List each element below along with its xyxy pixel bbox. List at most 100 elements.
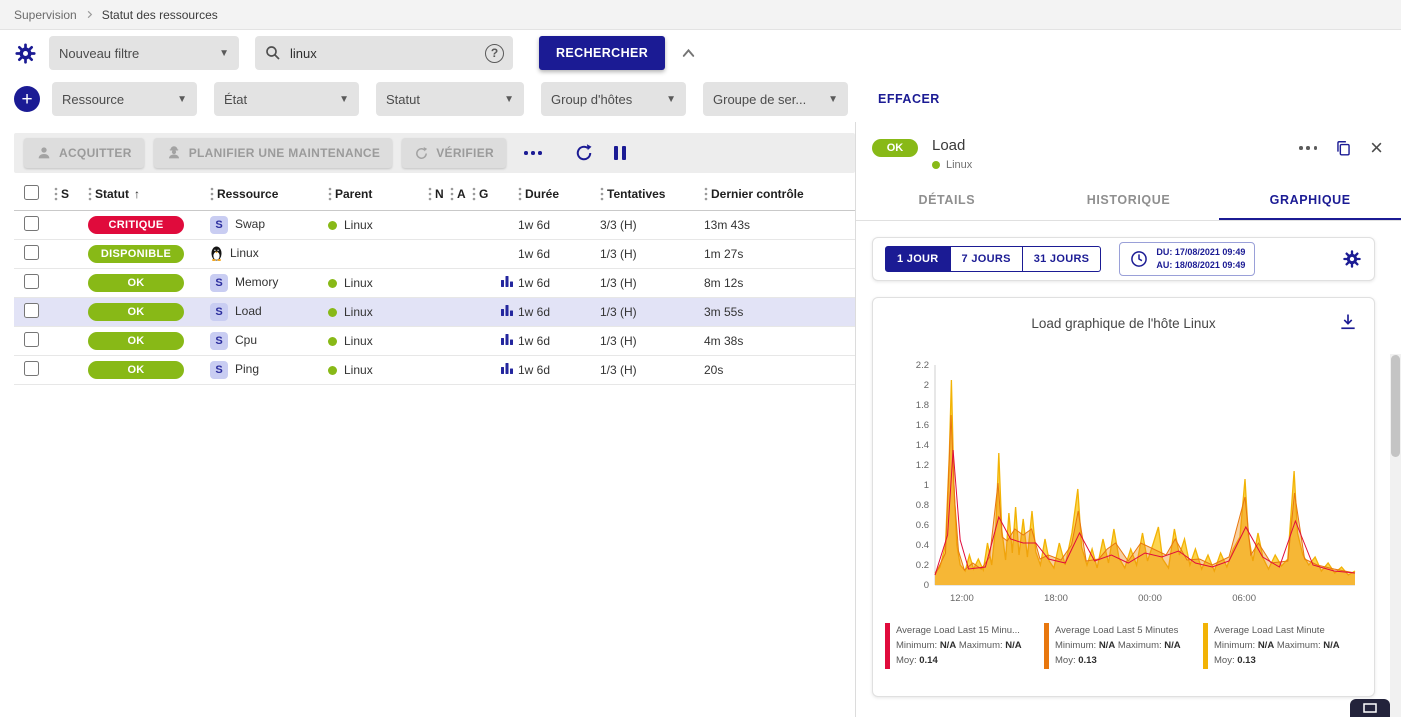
table-row-swap[interactable]: CRITIQUE SSwap Linux 1w 6d 3/3 (H) 13m 4… <box>14 210 855 239</box>
graph-title: Load graphique de l'hôte Linux <box>885 316 1362 331</box>
breadcrumb-supervision[interactable]: Supervision <box>14 8 77 22</box>
col-header-a[interactable]: A <box>450 179 472 210</box>
time-range-group: 1 JOUR 7 JOURS 31 JOURS <box>885 246 1101 272</box>
graph-preview-button[interactable] <box>1350 699 1390 717</box>
col-header-severity[interactable]: S <box>54 179 88 210</box>
export-graph-icon[interactable] <box>1338 312 1358 335</box>
add-criteria-icon[interactable]: + <box>14 86 40 112</box>
tab-graph[interactable]: GRAPHIQUE <box>1219 180 1401 220</box>
legend-series-name: Average Load Last 5 Minutes <box>1055 623 1181 638</box>
sort-asc-icon: ↑ <box>134 187 140 201</box>
monitor-icon <box>1363 703 1377 713</box>
downtime-button[interactable]: PLANIFIER UNE MAINTENANCE <box>154 138 393 168</box>
row-checkbox[interactable] <box>24 274 39 289</box>
clock-icon <box>1129 249 1149 269</box>
resource-detail-panel: OK Load Linux × DÉTAILS HISTORIQUE GRAPH… <box>856 122 1401 717</box>
graph-available-icon[interactable] <box>500 361 514 375</box>
search-input[interactable] <box>290 46 477 61</box>
pause-icon[interactable] <box>612 144 628 162</box>
table-row-linux-host[interactable]: DISPONIBLE Linux 1w 6d 1/3 (H) 1m 27s <box>14 239 855 268</box>
row-checkbox[interactable] <box>24 245 39 260</box>
graph-legend: Average Load Last 15 Minu... Minimum: N/… <box>885 623 1362 669</box>
status-badge: OK <box>88 303 184 321</box>
search-box: ? <box>255 36 513 70</box>
legend-series-name: Average Load Last Minute <box>1214 623 1340 638</box>
acknowledge-button[interactable]: ACQUITTER <box>24 138 144 168</box>
col-header-resource[interactable]: Ressource <box>210 179 328 210</box>
table-row-ping[interactable]: OK SPing Linux 1w 6d 1/3 (H) 20s <box>14 355 855 384</box>
svg-text:1.2: 1.2 <box>916 460 929 471</box>
host-up-dot-icon <box>328 221 337 230</box>
panel-host[interactable]: Linux <box>946 159 972 171</box>
criteria-select-status[interactable]: Statut▼ <box>376 82 524 116</box>
status-badge: OK <box>88 361 184 379</box>
row-checkbox[interactable] <box>24 216 39 231</box>
col-header-lastcheck[interactable]: Dernier contrôle <box>704 179 855 210</box>
check-button[interactable]: VÉRIFIER <box>402 138 506 168</box>
service-icon: S <box>210 332 228 350</box>
col-header-n[interactable]: N <box>428 179 450 210</box>
custom-period-button[interactable]: DU: 17/08/2021 09:49 AU: 18/08/2021 09:4… <box>1119 242 1255 276</box>
period-from: DU: 17/08/2021 09:49 <box>1156 246 1245 259</box>
range-31days-button[interactable]: 31 JOURS <box>1023 246 1102 272</box>
service-icon: S <box>210 216 228 234</box>
more-actions-icon[interactable] <box>524 151 542 155</box>
graph-available-icon[interactable] <box>500 274 514 288</box>
criteria-select-hostgroup[interactable]: Group d'hôtes▼ <box>541 82 686 116</box>
range-1day-button[interactable]: 1 JOUR <box>885 246 951 272</box>
graph-available-icon[interactable] <box>500 303 514 317</box>
host-up-dot-icon <box>328 366 337 375</box>
criteria-select-state[interactable]: État▼ <box>214 82 359 116</box>
panel-scrollbar[interactable] <box>1390 354 1401 717</box>
breadcrumb: Supervision Statut des ressources <box>0 0 1401 30</box>
help-icon[interactable]: ? <box>485 44 504 63</box>
copy-link-icon[interactable] <box>1334 139 1353 158</box>
select-all-checkbox[interactable] <box>24 185 39 200</box>
panel-title: Load <box>932 137 972 154</box>
tab-history[interactable]: HISTORIQUE <box>1038 180 1220 220</box>
svg-text:0.4: 0.4 <box>916 540 929 551</box>
panel-status-badge: OK <box>872 139 918 157</box>
scrollbar-thumb[interactable] <box>1391 355 1400 457</box>
select-all-header[interactable] <box>14 179 54 210</box>
criteria-select-resource[interactable]: Ressource▼ <box>52 82 197 116</box>
range-7days-button[interactable]: 7 JOURS <box>951 246 1023 272</box>
row-checkbox[interactable] <box>24 332 39 347</box>
panel-more-icon[interactable] <box>1299 146 1317 150</box>
clear-filters-button[interactable]: EFFACER <box>878 92 940 106</box>
table-row-memory[interactable]: OK SMemory Linux 1w 6d 1/3 (H) 8m 12s <box>14 268 855 297</box>
col-header-tries[interactable]: Tentatives <box>600 179 704 210</box>
saved-filter-value: Nouveau filtre <box>59 46 139 61</box>
saved-filter-select[interactable]: Nouveau filtre ▼ <box>49 36 239 70</box>
time-range-card: 1 JOUR 7 JOURS 31 JOURS DU: 17/08/2021 0… <box>872 237 1375 281</box>
load-chart[interactable]: 00.20.40.60.811.21.41.61.822.212:0018:00… <box>885 357 1359 609</box>
linux-penguin-icon <box>210 246 223 261</box>
host-up-dot-icon <box>328 308 337 317</box>
drag-dots-icon <box>428 187 432 201</box>
collapse-filters-icon[interactable] <box>679 44 698 63</box>
search-button[interactable]: RECHERCHER <box>539 36 665 70</box>
col-header-duration[interactable]: Durée <box>518 179 600 210</box>
drag-dots-icon <box>472 187 476 201</box>
close-panel-icon[interactable]: × <box>1370 137 1383 159</box>
status-badge: OK <box>88 332 184 350</box>
row-checkbox[interactable] <box>24 361 39 376</box>
row-checkbox[interactable] <box>24 303 39 318</box>
col-header-g[interactable]: G <box>472 179 518 210</box>
col-header-parent[interactable]: Parent <box>328 179 428 210</box>
criteria-select-servicegroup[interactable]: Groupe de ser...▼ <box>703 82 848 116</box>
table-row-cpu[interactable]: OK SCpu Linux 1w 6d 1/3 (H) 4m 38s <box>14 326 855 355</box>
graph-available-icon[interactable] <box>500 332 514 346</box>
filter-settings-gear-icon[interactable] <box>14 42 37 65</box>
svg-text:06:00: 06:00 <box>1232 593 1256 604</box>
legend-color-bar <box>1044 623 1049 669</box>
legend-item-load1[interactable]: Average Load Last Minute Minimum: N/A Ma… <box>1203 623 1362 669</box>
graph-settings-gear-icon[interactable] <box>1342 249 1362 269</box>
refresh-icon[interactable] <box>574 143 594 163</box>
drag-dots-icon <box>54 187 58 201</box>
col-header-status[interactable]: Statut↑ <box>88 179 210 210</box>
tab-details[interactable]: DÉTAILS <box>856 180 1038 220</box>
legend-item-load15[interactable]: Average Load Last 15 Minu... Minimum: N/… <box>885 623 1044 669</box>
table-row-load[interactable]: OK SLoad Linux 1w 6d 1/3 (H) 3m 55s <box>14 297 855 326</box>
legend-item-load5[interactable]: Average Load Last 5 Minutes Minimum: N/A… <box>1044 623 1203 669</box>
